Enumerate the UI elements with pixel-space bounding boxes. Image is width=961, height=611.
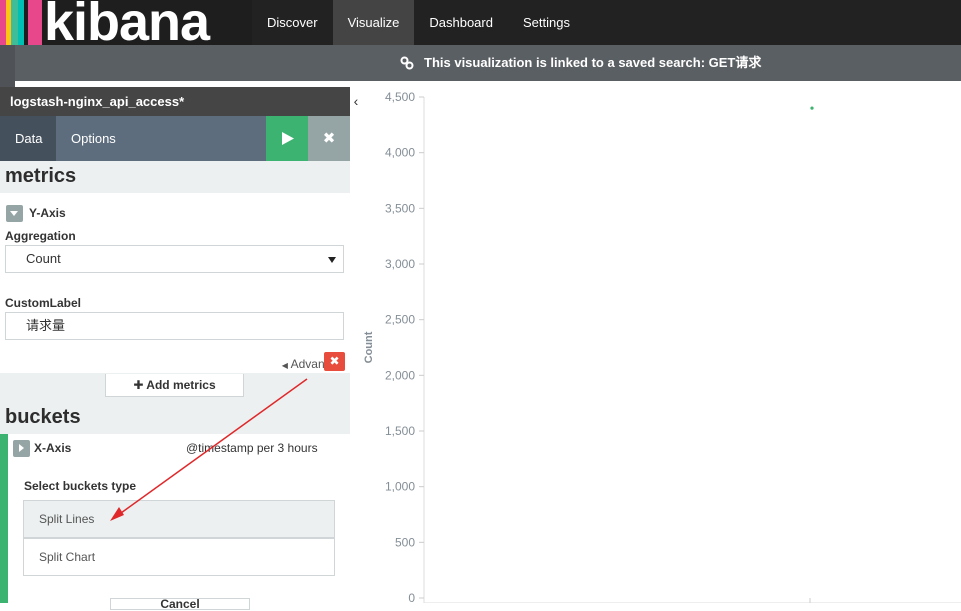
y-axis-metric-panel: Y-Axis Aggregation Count CustomLabel 请求量…: [0, 193, 350, 373]
aggregation-select[interactable]: Count: [5, 245, 344, 273]
y-tick-label: 2,000: [385, 368, 415, 382]
close-icon: ✖: [322, 130, 336, 147]
visualization-chart: 0 500 1,000 1,500 2,000 2,500 3,000 3,500 4,000 4…: [362, 87, 961, 605]
caret-left-icon: ◀: [281, 361, 288, 370]
y-axis-title: Count: [363, 331, 375, 363]
chevron-left-icon: ‹: [353, 93, 359, 109]
custom-label-label: CustomLabel: [5, 296, 82, 310]
x-axis-toggle[interactable]: [13, 440, 30, 457]
play-icon: [282, 132, 294, 145]
logo-stripe: [28, 0, 42, 45]
cancel-label: Cancel: [160, 597, 200, 611]
discard-button[interactable]: ✖: [308, 116, 350, 161]
data-point[interactable]: [810, 106, 814, 110]
y-tick-label: 0: [408, 591, 415, 603]
y-tick-label: 500: [395, 535, 415, 549]
custom-label-value: 请求量: [26, 318, 66, 333]
chevron-right-icon: [19, 444, 24, 452]
nav-visualize[interactable]: Visualize: [332, 0, 415, 45]
logo-stripe: [18, 0, 24, 45]
tab-data[interactable]: Data: [0, 116, 56, 161]
split-lines-option[interactable]: Split Lines: [23, 500, 335, 538]
banner-text: This visualization is linked to a saved …: [424, 55, 762, 70]
y-axis-toggle[interactable]: [6, 205, 23, 222]
nav-links: Discover Visualize Dashboard Settings: [252, 0, 585, 45]
logo-stripe: [11, 0, 18, 45]
buckets-heading: buckets: [5, 406, 81, 428]
vis-index-title: logstash-nginx_api_access*: [0, 87, 350, 116]
y-tick-label: 1,000: [385, 480, 415, 494]
nav-discover[interactable]: Discover: [252, 0, 333, 45]
custom-label-input[interactable]: 请求量: [5, 312, 344, 340]
plus-icon: ✚: [133, 378, 144, 392]
chart-svg: 0 500 1,000 1,500 2,000 2,500 3,000 3,500 4,000 4…: [363, 90, 961, 605]
banner-content: This visualization is linked to a saved …: [400, 45, 761, 81]
nav-dashboard[interactable]: Dashboard: [414, 0, 508, 45]
aggregation-value: Count: [26, 251, 61, 266]
metrics-heading: metrics: [5, 165, 77, 187]
y-tick-label: 1,500: [385, 424, 415, 438]
chevron-down-icon: [10, 211, 18, 216]
add-metrics-label: Add metrics: [146, 378, 216, 392]
y-tick-label: 3,000: [385, 257, 415, 271]
dropdown-arrow-icon: [328, 257, 336, 263]
vis-editor-sidebar: logstash-nginx_api_access* Data Options …: [0, 87, 350, 603]
y-axis-label: Y-Axis: [29, 206, 66, 220]
split-chart-option[interactable]: Split Chart: [23, 538, 335, 576]
tab-options[interactable]: Options: [56, 116, 131, 161]
aggregation-label: Aggregation: [5, 229, 76, 243]
logo-text: kibana: [44, 0, 210, 45]
y-tick-label: 3,500: [385, 201, 415, 215]
banner-edge: [0, 45, 15, 87]
y-tick-label: 2,500: [385, 313, 415, 327]
close-icon: ✖: [329, 354, 340, 368]
x-axis-summary: @timestamp per 3 hours: [186, 441, 318, 455]
top-navbar: kibana Discover Visualize Dashboard Sett…: [0, 0, 961, 45]
collapse-sidebar-button[interactable]: ‹: [350, 87, 362, 116]
apply-button[interactable]: [266, 116, 308, 161]
link-icon[interactable]: [400, 56, 414, 70]
cancel-button[interactable]: Cancel: [110, 598, 250, 610]
linked-search-banner: This visualization is linked to a saved …: [15, 45, 961, 81]
kibana-logo[interactable]: kibana: [0, 0, 252, 45]
bucket-color-bar: [0, 434, 8, 603]
nav-settings[interactable]: Settings: [508, 0, 585, 45]
y-tick-label: 4,500: [385, 90, 415, 104]
remove-x-axis-button[interactable]: ✖: [324, 352, 345, 371]
add-metrics-button[interactable]: ✚ Add metrics: [105, 374, 244, 397]
select-bucket-type-label: Select buckets type: [24, 479, 137, 493]
editor-tabs: Data Options ✖: [0, 116, 350, 161]
y-tick-label: 4,000: [385, 146, 415, 160]
x-axis-bucket-panel: X-Axis @timestamp per 3 hours Select buc…: [0, 434, 350, 603]
x-axis-label: X-Axis: [34, 441, 72, 455]
